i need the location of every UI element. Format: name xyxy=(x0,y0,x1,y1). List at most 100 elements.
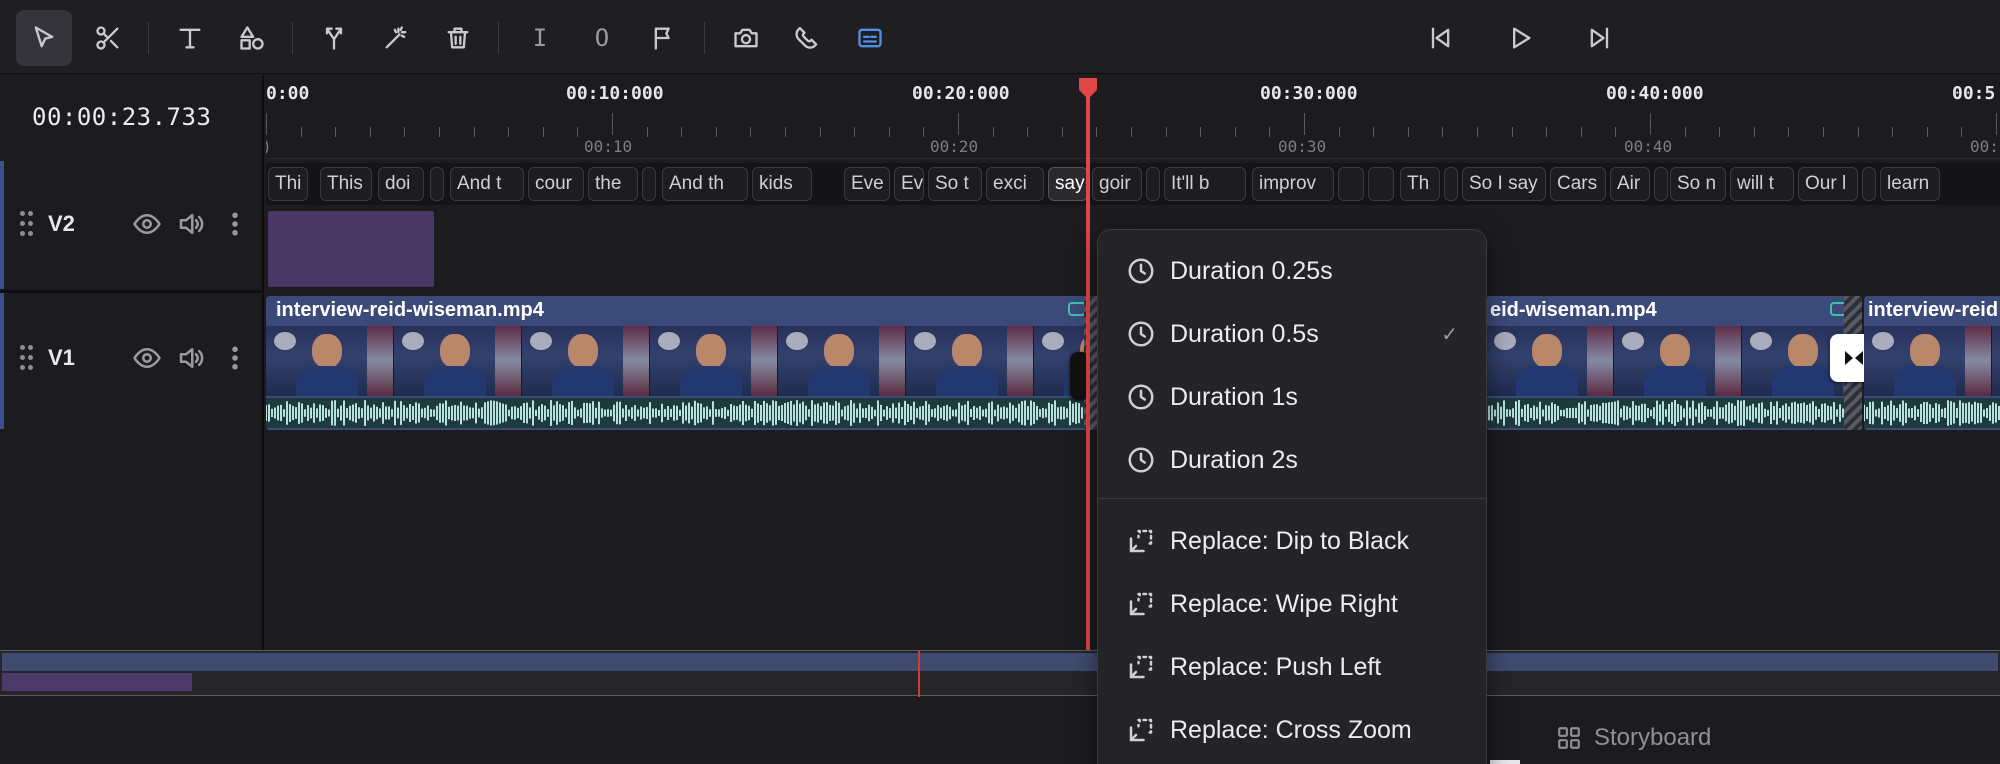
more-options-icon[interactable] xyxy=(220,209,250,239)
ruler-sublabel: 00:40 xyxy=(1624,137,1673,156)
delete-tool-button[interactable] xyxy=(430,10,486,66)
caption-chip[interactable]: Our l xyxy=(1798,167,1858,201)
text-tool-button[interactable] xyxy=(162,10,218,66)
caption-chip[interactable]: goir xyxy=(1092,167,1142,201)
caption-chip[interactable]: say xyxy=(1048,167,1088,201)
caption-chip[interactable] xyxy=(1146,167,1160,201)
playhead-handle-icon[interactable] xyxy=(1077,76,1099,100)
ruler-tick xyxy=(1685,127,1686,137)
video-clip[interactable]: interview-reid-wiseman.mp4 xyxy=(266,296,1088,430)
magic-tool-button[interactable] xyxy=(368,10,424,66)
skip-back-button[interactable] xyxy=(1412,10,1468,66)
caption-chip[interactable]: And t xyxy=(450,167,524,201)
speaker-icon[interactable] xyxy=(176,343,206,373)
ruler-tick xyxy=(1269,127,1270,137)
caption-chip[interactable]: Thi xyxy=(268,167,308,201)
track-accent-bar xyxy=(0,293,4,429)
skip-forward-button[interactable] xyxy=(1572,10,1628,66)
ruler-tick xyxy=(1892,127,1893,137)
caption-chip[interactable]: And th xyxy=(662,167,748,201)
drag-handle-icon[interactable] xyxy=(20,211,34,237)
cut-tool-button[interactable] xyxy=(80,10,136,66)
more-options-icon[interactable] xyxy=(220,343,250,373)
select-tool-button[interactable] xyxy=(16,10,72,66)
caption-chip[interactable]: Cars xyxy=(1550,167,1606,201)
ruler-tick xyxy=(1408,127,1409,137)
video-clip[interactable]: interview-reid xyxy=(1864,296,2000,430)
menu-item-label: Replace: Push Left xyxy=(1170,652,1382,681)
snapshot-button[interactable] xyxy=(718,10,774,66)
caption-chip[interactable]: exci xyxy=(986,167,1044,201)
track-name: V2 xyxy=(48,211,75,236)
clip-thumbnails xyxy=(1486,326,1850,396)
menu-item-duration-0-5s[interactable]: Duration 0.5s ✓ xyxy=(1098,304,1486,364)
timeline-minimap[interactable] xyxy=(0,650,2000,697)
menu-item-replace-push-left[interactable]: Replace: Push Left xyxy=(1098,637,1486,697)
caption-chip[interactable] xyxy=(642,167,656,201)
menu-item-label: Duration 1s xyxy=(1170,382,1298,411)
menu-item-duration-2s[interactable]: Duration 2s xyxy=(1098,430,1486,490)
caption-chip[interactable]: will t xyxy=(1730,167,1794,201)
caption-chip[interactable] xyxy=(1862,167,1876,201)
mark-out-button[interactable]: O xyxy=(574,10,630,66)
snap-button[interactable] xyxy=(780,10,836,66)
track-header-v2: V2 xyxy=(0,161,264,289)
mark-in-button[interactable]: I xyxy=(512,10,568,66)
caption-chip[interactable]: Eve xyxy=(844,167,890,201)
caption-chip[interactable]: So t xyxy=(928,167,982,201)
caption-chip[interactable] xyxy=(1654,167,1668,201)
caption-chip[interactable]: So n xyxy=(1670,167,1726,201)
caption-chip[interactable]: This xyxy=(320,167,372,201)
shapes-tool-button[interactable] xyxy=(224,10,280,66)
audio-waveform xyxy=(1486,398,1850,428)
caption-chip[interactable]: Ev xyxy=(894,167,924,201)
ruler-tick xyxy=(508,127,509,137)
caption-chip[interactable] xyxy=(1444,167,1458,201)
caption-chip[interactable]: It'll b xyxy=(1164,167,1246,201)
ruler-tick xyxy=(370,127,371,137)
caption-chip[interactable] xyxy=(1338,167,1364,201)
menu-item-replace-wipe-right[interactable]: Replace: Wipe Right xyxy=(1098,574,1486,634)
ruler-tick xyxy=(543,127,544,137)
v2-clip[interactable] xyxy=(266,209,436,289)
caption-chip[interactable]: kids xyxy=(752,167,812,201)
caption-chip[interactable] xyxy=(1368,167,1394,201)
menu-item-replace-dip-to-black[interactable]: Replace: Dip to Black xyxy=(1098,511,1486,571)
caption-chip[interactable]: improv xyxy=(1252,167,1334,201)
menu-item-label: Replace: Cross Zoom xyxy=(1170,715,1412,744)
menu-item-label: Duration 0.25s xyxy=(1170,256,1333,285)
eye-icon[interactable] xyxy=(132,209,162,239)
caption-chip[interactable]: doi xyxy=(378,167,424,201)
time-ruler[interactable]: 0:00 00:10:000 00:20:000 00:30:000 00:40… xyxy=(266,75,2000,159)
ruler-tick xyxy=(1373,127,1374,137)
caption-chip[interactable]: So I say xyxy=(1462,167,1546,201)
playhead[interactable] xyxy=(1086,80,1090,650)
captions-button[interactable] xyxy=(842,10,898,66)
split-tool-button[interactable] xyxy=(306,10,362,66)
drag-handle-icon[interactable] xyxy=(20,345,34,371)
storyboard-tab[interactable]: Storyboard xyxy=(1556,724,1711,752)
ruler-tick xyxy=(1615,127,1616,137)
menu-item-duration-1s[interactable]: Duration 1s xyxy=(1098,367,1486,427)
menu-item-label: Duration 2s xyxy=(1170,445,1298,474)
menu-item-duration-0-25s[interactable]: Duration 0.25s xyxy=(1098,241,1486,301)
audio-waveform xyxy=(266,398,1088,428)
caption-chip[interactable]: cour xyxy=(528,167,584,201)
menu-item-replace-cross-zoom[interactable]: Replace: Cross Zoom xyxy=(1098,700,1486,760)
ruler-tick xyxy=(1166,127,1167,137)
caption-chip[interactable]: Air xyxy=(1610,167,1650,201)
speaker-icon[interactable] xyxy=(176,209,206,239)
menu-item-label: Replace: Wipe Right xyxy=(1170,589,1398,618)
eye-icon[interactable] xyxy=(132,343,162,373)
caption-chip[interactable]: the xyxy=(588,167,638,201)
video-clip[interactable]: eid-wiseman.mp4 xyxy=(1486,296,1850,430)
marker-button[interactable] xyxy=(636,10,692,66)
tab-indicator xyxy=(1490,760,1520,764)
clock-icon xyxy=(1126,445,1156,475)
caption-chip[interactable] xyxy=(430,167,444,201)
thumbnail-frame xyxy=(906,326,1034,396)
waveform-path xyxy=(1486,400,1850,426)
caption-chip[interactable]: Th xyxy=(1400,167,1440,201)
play-button[interactable] xyxy=(1492,10,1548,66)
caption-chip[interactable]: learn xyxy=(1880,167,1940,201)
